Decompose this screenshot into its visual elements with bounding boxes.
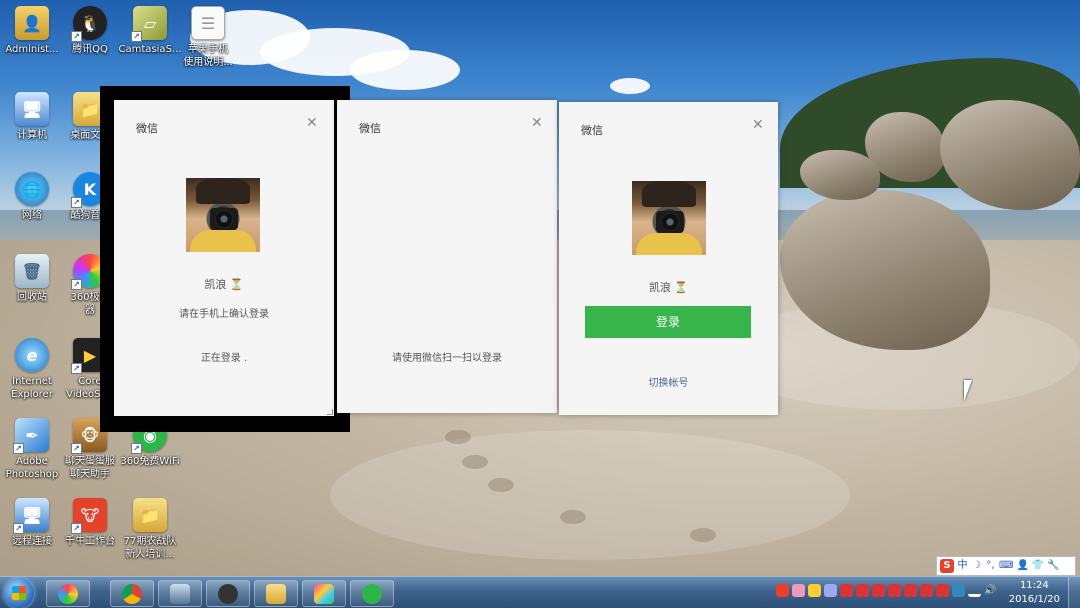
close-icon[interactable]: ✕	[306, 116, 318, 130]
desktop-icon-apple-doc[interactable]: ☰ 苹果手机 使用说明...	[176, 6, 240, 69]
moon-icon[interactable]: ☽	[971, 559, 982, 573]
window-title: 微信	[359, 122, 381, 135]
sogou-logo-icon[interactable]: S	[940, 559, 954, 573]
close-icon[interactable]: ✕	[531, 116, 543, 130]
photoshop-icon: ✒ ↗	[13, 418, 49, 454]
wechat-window-login[interactable]: 微信 ✕ 凯浪 ⏳ 登录 切换帐号	[559, 102, 778, 415]
tray-app-icon[interactable]	[808, 584, 821, 597]
desktop-icon-network[interactable]: 🌐 网络	[0, 172, 64, 222]
wechat-window-qr[interactable]: 微信 ✕ 请使用微信扫一扫以登录	[337, 100, 557, 413]
windows-logo-icon	[12, 586, 26, 600]
desktop-icon-qq[interactable]: 🐧 ↗ 腾讯QQ	[58, 6, 122, 56]
start-button[interactable]	[4, 578, 34, 608]
recycle-bin-icon: 🗑	[15, 254, 49, 288]
tray-app-icon[interactable]	[952, 584, 965, 597]
clock-date: 2016/1/20	[1008, 594, 1060, 605]
punctuation-icon[interactable]: °,	[985, 559, 996, 573]
taskbar-btn-360[interactable]	[46, 580, 90, 607]
window-title: 微信	[581, 124, 603, 137]
switch-account-link[interactable]: 切换帐号	[559, 374, 778, 389]
tool-icon[interactable]: 🔧	[1047, 559, 1059, 573]
administrator-folder-icon: 👤	[15, 6, 49, 40]
tencent-qq-icon: 🐧 ↗	[71, 6, 107, 42]
folder-77-icon: 📁	[133, 498, 167, 532]
login-button[interactable]: 登录	[585, 306, 751, 338]
nickname: 凯浪 ⏳	[204, 278, 244, 291]
taskbar-btn-camtasia-recorder[interactable]	[206, 580, 250, 607]
qq-tray-icon[interactable]	[872, 584, 885, 597]
taskbar-btn-app[interactable]	[302, 580, 346, 607]
desktop-icon-computer[interactable]: 🖥 计算机	[0, 92, 64, 142]
system-tray: 🔊	[776, 584, 997, 597]
qq-tray-icon[interactable]	[920, 584, 933, 597]
close-icon[interactable]: ✕	[752, 118, 764, 132]
computer-icon: 🖥	[15, 92, 49, 126]
photo-user-icon	[170, 583, 190, 604]
ie-icon: e	[15, 338, 49, 372]
qq-tray-icon[interactable]	[904, 584, 917, 597]
folder-icon	[266, 583, 286, 604]
chrome-icon	[122, 583, 142, 604]
login-status: 正在登录 .	[200, 353, 248, 364]
avatar	[186, 178, 260, 252]
qq-tray-icon[interactable]	[936, 584, 949, 597]
wechat-window-confirming[interactable]: 微信 ✕ 凯浪 ⏳ 请在手机上确认登录 正在登录 .	[114, 100, 334, 416]
signal-icon[interactable]	[968, 584, 981, 597]
qq-tray-icon[interactable]	[888, 584, 901, 597]
qq-tray-icon[interactable]	[856, 584, 869, 597]
volume-icon[interactable]: 🔊	[984, 584, 997, 597]
hourglass-icon: ⏳	[229, 278, 244, 291]
hourglass-icon: ⏳	[674, 281, 689, 294]
word-app-icon	[314, 583, 334, 604]
window-title: 微信	[136, 122, 158, 135]
sogou-tray-icon[interactable]	[776, 584, 789, 597]
desktop-icon-photoshop[interactable]: ✒ ↗ Adobe Photoshop	[0, 418, 64, 481]
desktop-icon-folder-77[interactable]: 📁 77期农战队 新人培训...	[118, 498, 182, 561]
desktop-icon-administrator[interactable]: 👤 Administ...	[0, 6, 64, 56]
camtasia-icon: ▱ ↗	[131, 6, 167, 42]
mouse-cursor-icon	[964, 380, 972, 402]
wechat-icon	[362, 583, 382, 604]
remote-desktop-icon: 🖥 ↗	[13, 498, 49, 534]
taskbar-btn-wechat[interactable]	[350, 580, 394, 607]
resize-grip-icon[interactable]	[327, 409, 333, 415]
ime-mode-chinese[interactable]: 中	[957, 559, 968, 573]
taskbar-clock[interactable]: 11:24 2016/1/20	[1009, 579, 1060, 607]
keyboard-icon[interactable]: ⌨	[999, 559, 1013, 573]
desktop-icon-recycle-bin[interactable]: 🗑 回收站	[0, 254, 64, 304]
desktop-icon-remote-desktop[interactable]: 🖥 ↗ 远程连接	[0, 498, 64, 548]
skin-icon[interactable]: 👕	[1032, 559, 1044, 573]
nickname: 凯浪 ⏳	[648, 281, 689, 294]
network-icon: 🌐	[15, 172, 49, 206]
qianniu-icon: 🐮 ↗	[71, 498, 107, 534]
taskbar: 🔊 11:24 2016/1/20	[0, 576, 1080, 608]
desktop-icon-qianniu[interactable]: 🐮 ↗ 千牛工作台	[58, 498, 122, 548]
clock-time: 11:24	[1019, 580, 1049, 591]
taskbar-btn-explorer[interactable]	[254, 580, 298, 607]
expand-tray-icon[interactable]	[792, 584, 805, 597]
avatar	[632, 181, 706, 255]
scan-hint: 请使用微信扫一扫以登录	[392, 353, 502, 364]
qq-tray-icon[interactable]	[840, 584, 853, 597]
taskbar-btn-photoshop[interactable]	[158, 580, 202, 607]
recorder-icon	[218, 583, 238, 604]
desktop-icon-ie[interactable]: e Internet Explorer	[0, 338, 64, 401]
360-browser-icon	[58, 583, 78, 604]
user-icon[interactable]: 👤	[1016, 559, 1028, 573]
ime-toolbar[interactable]: S 中 ☽ °, ⌨ 👤 👕 🔧	[936, 556, 1076, 576]
show-desktop-button[interactable]	[1068, 577, 1080, 608]
tray-app-icon[interactable]	[824, 584, 837, 597]
desktop-icon-camtasia[interactable]: ▱ ↗ CamtasiaS...	[118, 6, 182, 56]
confirm-hint: 请在手机上确认登录	[179, 309, 269, 320]
taskbar-btn-chrome[interactable]	[110, 580, 154, 607]
apple-doc-icon: ☰	[191, 6, 225, 40]
